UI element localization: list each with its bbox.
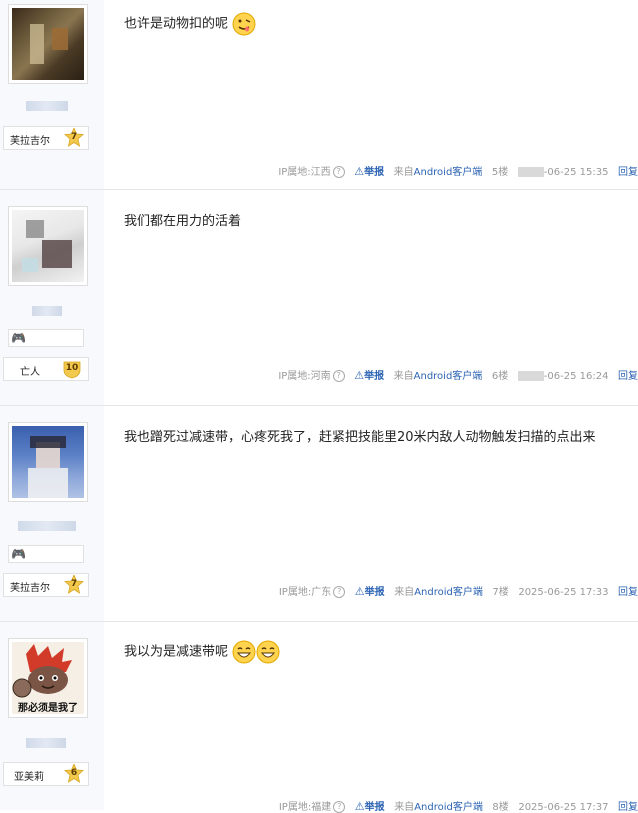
reply-link[interactable]: 回复 (618, 371, 638, 382)
badge-label: 亚美莉 (14, 772, 44, 783)
level-star-icon: 7 (64, 573, 84, 595)
post-floor-7: 🎮 芙拉吉尔 7 我也蹭死过减速带，心疼死我了，赶紧把技能里20米内敌人动物触发… (0, 406, 638, 622)
badge-level: 10 (65, 363, 79, 373)
post-content: 我们都在用力的活着 (124, 210, 241, 229)
fan-level-badge[interactable]: 芙拉吉尔 7 (3, 573, 89, 597)
badge-level: 6 (70, 768, 78, 778)
source-client-link[interactable]: Android客户端 (414, 167, 483, 178)
report-link[interactable]: 举报 (364, 371, 384, 382)
post-footer: IP属地:广东? ⚠举报 来自Android客户端 7楼 2025-06-25 … (279, 583, 638, 598)
date-year-masked (517, 167, 544, 177)
post-date: -06-25 15:35 (543, 167, 609, 178)
floor-number: 5楼 (491, 167, 509, 178)
fan-level-badge[interactable]: 芙拉吉尔 7 (3, 126, 89, 150)
post-content: 我以为是减速带呢 (124, 640, 280, 664)
source-prefix: 来自 (394, 587, 415, 598)
source-client-link[interactable]: Android客户端 (414, 587, 483, 598)
reply-link[interactable]: 回复 (618, 587, 638, 598)
post-text: 我以为是减速带呢 (124, 644, 229, 660)
post-text: 我们都在用力的活着 (124, 214, 242, 229)
ip-location: IP属地:广东 (278, 587, 332, 598)
floor-number: 8楼 (492, 802, 509, 813)
badge-level: 7 (70, 132, 78, 142)
source-prefix: 来自 (393, 371, 414, 382)
floor-number: 6楼 (491, 371, 509, 382)
avatar[interactable] (8, 206, 88, 286)
game-badge[interactable]: 🎮 (8, 329, 84, 347)
badge-label: 芙拉吉尔 (10, 583, 50, 594)
floor-number: 7楼 (492, 587, 509, 598)
post-floor-6: 🎮 亡人 10 我们都在用力的活着 IP属地:河南? ⚠举报 来自Android… (0, 190, 638, 406)
source-client-link[interactable]: Android客户端 (414, 802, 483, 813)
level-star-icon: 7 (64, 126, 84, 148)
username[interactable] (26, 101, 68, 111)
avatar[interactable] (8, 422, 88, 502)
post-date: 2025-06-25 17:37 (518, 802, 609, 813)
avatar[interactable] (8, 4, 88, 84)
post-date: 2025-06-25 17:33 (518, 587, 609, 598)
badge-level: 7 (70, 579, 78, 589)
level-star-icon: 6 (64, 762, 84, 784)
post-text: 也许是动物扣的呢 (124, 16, 229, 32)
date-year-masked (517, 371, 544, 381)
badge-label: 亡人 (20, 367, 40, 378)
reply-link[interactable]: 回复 (618, 802, 638, 813)
post-text: 我也蹭死过减速带，心疼死我了，赶紧把技能里20米内敌人动物触发扫描的点出来 (124, 430, 596, 445)
ip-location: IP属地:河南 (278, 371, 331, 382)
post-content: 我也蹭死过减速带，心疼死我了，赶紧把技能里20米内敌人动物触发扫描的点出来 (124, 426, 596, 445)
report-link[interactable]: 举报 (365, 587, 385, 598)
badge-label: 芙拉吉尔 (10, 136, 50, 147)
reply-link[interactable]: 回复 (618, 167, 638, 178)
question-circle-icon[interactable]: ? (333, 586, 346, 598)
smiley-emoji-icon (232, 12, 256, 36)
avatar-caption: 那必须是我了 (18, 703, 78, 714)
warning-triangle-icon: ⚠ (354, 585, 365, 598)
question-circle-icon[interactable]: ? (332, 370, 345, 382)
post-content: 也许是动物扣的呢 (124, 12, 256, 36)
gamepad-icon: 🎮 (11, 331, 26, 345)
smiley-emoji-icon (232, 640, 256, 664)
report-link[interactable]: 举报 (364, 167, 384, 178)
fan-level-badge[interactable]: 亡人 10 (3, 357, 89, 381)
warning-triangle-icon: ⚠ (354, 165, 365, 178)
fan-level-badge[interactable]: 亚美莉 6 (3, 762, 89, 786)
level-star-icon: 10 (62, 359, 82, 379)
post-footer: IP属地:江西? ⚠举报 来自Android客户端 5楼 -06-25 15:3… (278, 163, 638, 178)
username[interactable] (32, 306, 62, 316)
source-prefix: 来自 (394, 802, 415, 813)
ip-location: IP属地:福建 (278, 802, 332, 813)
warning-triangle-icon: ⚠ (354, 369, 365, 382)
warning-triangle-icon: ⚠ (354, 800, 365, 813)
post-date: -06-25 16:24 (543, 371, 609, 382)
post-floor-8: 那必须是我了 亚美莉 6 我以为是减速带呢 IP属地:福建? ⚠举报 来自And… (0, 622, 638, 813)
report-link[interactable]: 举报 (365, 802, 385, 813)
source-client-link[interactable]: Android客户端 (414, 371, 483, 382)
post-footer: IP属地:河南? ⚠举报 来自Android客户端 6楼 -06-25 16:2… (278, 367, 638, 382)
username[interactable] (18, 521, 76, 531)
smiley-emoji-icon (256, 640, 280, 664)
source-prefix: 来自 (393, 167, 414, 178)
gamepad-icon: 🎮 (11, 547, 26, 561)
username[interactable] (26, 738, 66, 748)
question-circle-icon[interactable]: ? (332, 166, 345, 178)
post-floor-5: 芙拉吉尔 7 也许是动物扣的呢 IP属地:江西? ⚠举报 来自Android客户… (0, 0, 638, 190)
game-badge[interactable]: 🎮 (8, 545, 84, 563)
ip-location: IP属地:江西 (278, 167, 331, 178)
avatar[interactable]: 那必须是我了 (8, 638, 88, 718)
question-circle-icon[interactable]: ? (333, 801, 346, 813)
post-footer: IP属地:福建? ⚠举报 来自Android客户端 8楼 2025-06-25 … (279, 798, 638, 813)
